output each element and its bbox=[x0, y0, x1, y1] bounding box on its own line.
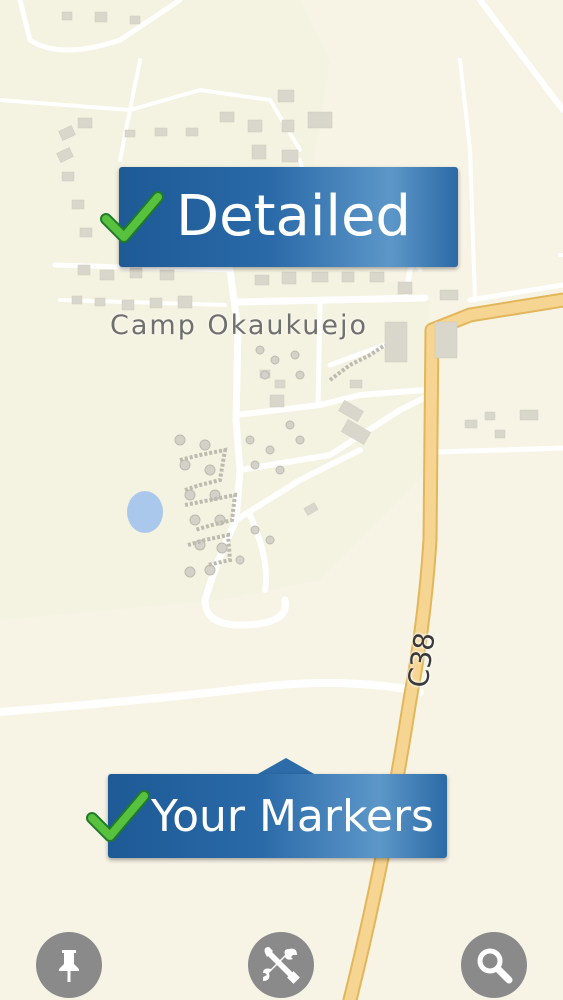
magnifier-icon bbox=[477, 948, 513, 984]
detailed-map-toggle[interactable]: Detailed bbox=[119, 167, 458, 267]
checkmark-icon bbox=[86, 790, 150, 842]
banner-pointer bbox=[256, 758, 316, 775]
tools-icon bbox=[263, 947, 300, 984]
pin-button[interactable] bbox=[36, 932, 102, 998]
pushpin-icon bbox=[59, 950, 79, 982]
tools-button[interactable] bbox=[248, 932, 314, 998]
map-screen: Camp Okaukuejo C38 Detailed Your Markers bbox=[0, 0, 563, 1000]
search-button[interactable] bbox=[461, 932, 527, 998]
place-label-camp: Camp Okaukuejo bbox=[110, 310, 369, 341]
your-markers-toggle[interactable]: Your Markers bbox=[108, 774, 447, 858]
waterhole bbox=[127, 491, 163, 533]
your-markers-label: Your Markers bbox=[151, 791, 434, 842]
checkmark-icon bbox=[100, 191, 164, 243]
detailed-label: Detailed bbox=[176, 184, 411, 249]
